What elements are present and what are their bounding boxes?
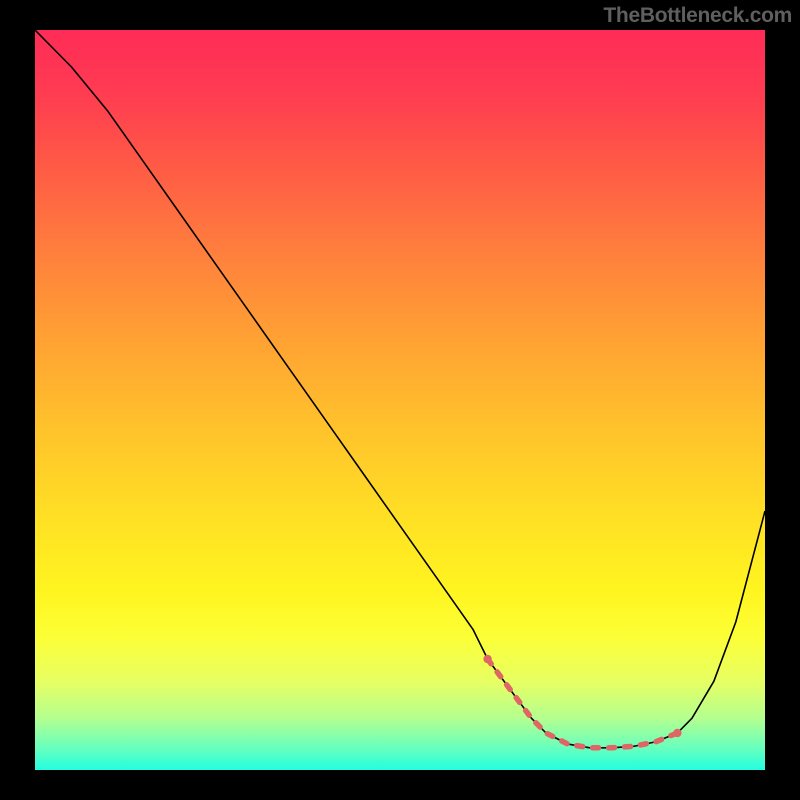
chart-plot-area	[35, 30, 765, 770]
chart-background-gradient	[35, 30, 765, 770]
watermark-text: TheBottleneck.com	[603, 4, 792, 28]
